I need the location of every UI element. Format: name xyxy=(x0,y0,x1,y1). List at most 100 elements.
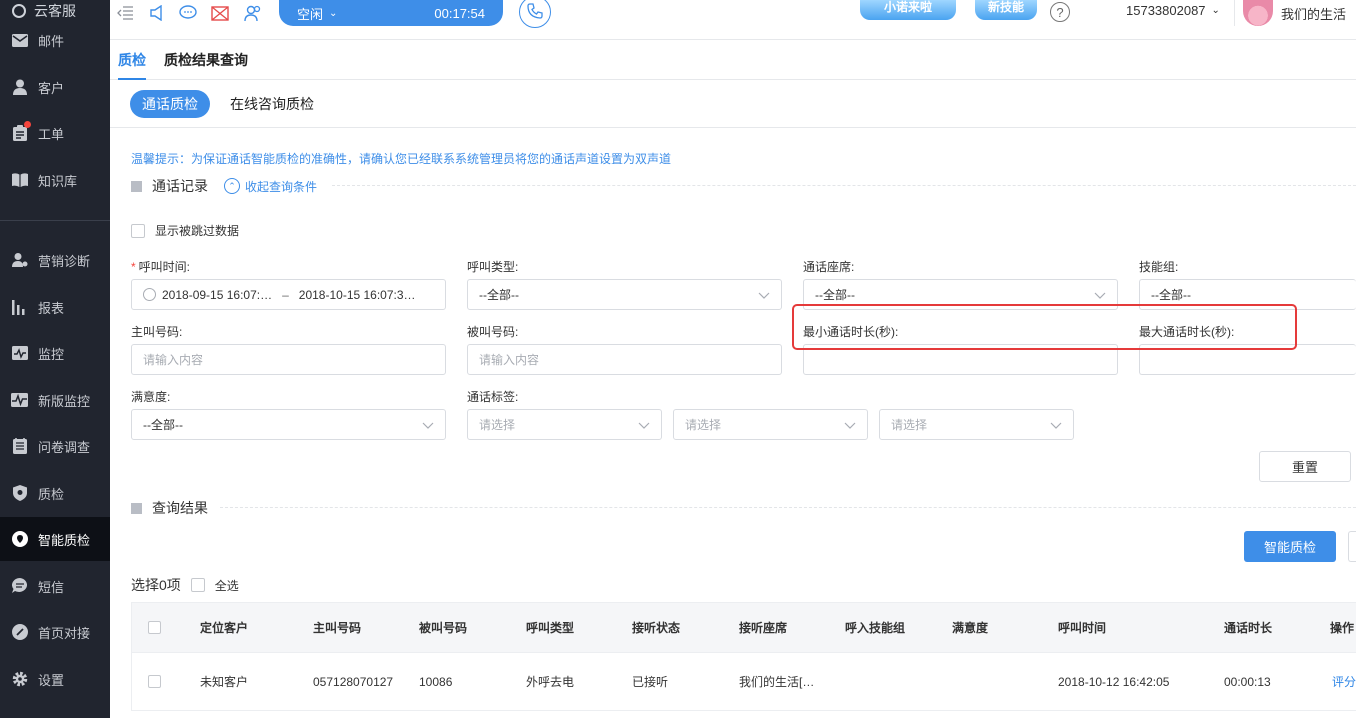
cell-call-type: 外呼去电 xyxy=(526,675,575,689)
callee-input[interactable]: 请输入内容 xyxy=(467,344,782,375)
main-content: 通话质检 在线咨询质检 温馨提示：为保证通话智能质检的准确性，请确认您已经联系系… xyxy=(110,80,1356,718)
select-value: --全部-- xyxy=(815,288,855,302)
sidebar-item-label: 质检 xyxy=(38,486,65,502)
range-separator: – xyxy=(282,287,289,302)
chevron-down-icon: ⌄ xyxy=(329,7,338,19)
score-link[interactable]: 评分 xyxy=(1332,653,1356,710)
sms-icon xyxy=(11,578,28,595)
link-icon xyxy=(11,624,28,641)
select-placeholder: 请选择 xyxy=(685,418,722,432)
section-title: 查询结果 xyxy=(152,500,208,516)
sidebar-item-reports[interactable]: 报表 xyxy=(0,285,110,329)
call-type-select[interactable]: --全部-- xyxy=(467,279,782,310)
sidebar-item-knowledge[interactable]: 知识库 xyxy=(0,158,110,202)
cell-agent: 我们的生活[… xyxy=(739,675,815,689)
select-value: --全部-- xyxy=(479,288,519,302)
reset-button[interactable]: 重置 xyxy=(1259,451,1351,482)
user-menu[interactable]: 我们的生活 xyxy=(1243,0,1346,26)
username: 我们的生活 xyxy=(1281,6,1347,22)
user-icon xyxy=(11,79,28,96)
sidebar-item-settings[interactable]: 设置 xyxy=(0,657,110,701)
call-time-range-picker[interactable]: 2018-09-15 16:07:… – 2018-10-15 16:07:3… xyxy=(131,279,446,310)
call-tag-select-2[interactable]: 请选择 xyxy=(673,409,868,440)
call-type-label: 呼叫类型: xyxy=(467,260,519,274)
smart-quality-button[interactable]: 智能质检 xyxy=(1244,531,1336,562)
smart-qc-icon xyxy=(11,531,28,548)
show-skipped-checkbox[interactable] xyxy=(131,223,145,238)
sidebar-item-smart-quality[interactable]: 智能质检 xyxy=(0,517,110,561)
sidebar-item-survey[interactable]: 问卷调查 xyxy=(0,424,110,468)
phone-icon xyxy=(527,2,543,22)
cell-customer: 未知客户 xyxy=(200,675,249,689)
more-button[interactable] xyxy=(1348,531,1356,562)
sidebar-item-label: 监控 xyxy=(38,346,65,362)
sidebar-item-ticket[interactable]: 工单 xyxy=(0,111,110,155)
sidebar-item-sms[interactable]: 短信 xyxy=(0,564,110,608)
skill-group-label: 技能组: xyxy=(1139,260,1179,274)
brand-logo-icon xyxy=(12,4,26,18)
tab-call-quality[interactable]: 通话质检 xyxy=(130,90,210,118)
avatar xyxy=(1243,0,1273,26)
sidebar-item-new-monitor[interactable]: 新版监控 xyxy=(0,378,110,422)
chevron-down-icon: ⌄ xyxy=(1211,5,1220,16)
collapse-menu-icon[interactable] xyxy=(114,2,136,24)
row-checkbox[interactable] xyxy=(148,675,161,688)
contacts-icon[interactable] xyxy=(242,2,264,24)
sidebar-item-marketing[interactable]: 营销诊断 xyxy=(0,238,110,282)
marketing-icon xyxy=(11,252,28,269)
satisfaction-select[interactable]: --全部-- xyxy=(131,409,446,440)
caller-label: 主叫号码: xyxy=(131,325,183,339)
row-checkbox-cell xyxy=(148,653,161,710)
chat-icon[interactable] xyxy=(177,2,199,24)
show-skipped-option[interactable]: 显示被跳过数据 xyxy=(131,222,239,239)
cell-call-time: 2018-10-12 16:42:05 xyxy=(1058,674,1170,689)
section-call-records: 通话记录 ⌃ 收起查询条件 xyxy=(131,176,317,196)
sidebar-item-label: 设置 xyxy=(38,672,65,688)
tab-online-quality[interactable]: 在线咨询质检 xyxy=(230,90,314,118)
promo-label: 小诺来啦 xyxy=(883,0,932,14)
promo-banner-assistant[interactable]: 小诺来啦 xyxy=(860,0,956,20)
call-tag-select-1[interactable]: 请选择 xyxy=(467,409,662,440)
table-header: 定位客户 主叫号码 被叫号码 呼叫类型 接听状态 接听座席 呼入技能组 满意度 … xyxy=(132,603,1356,652)
sidebar-item-customer[interactable]: 客户 xyxy=(0,65,110,109)
sidebar-item-monitor[interactable]: 监控 xyxy=(0,331,110,375)
column-header: 满意度 xyxy=(952,621,989,635)
select-all-checkbox[interactable] xyxy=(190,578,205,592)
call-tag-select-3[interactable]: 请选择 xyxy=(879,409,1074,440)
select-value: --全部-- xyxy=(143,418,183,432)
tab-quality[interactable]: 质检 xyxy=(118,40,146,80)
column-header: 被叫号码 xyxy=(419,621,468,635)
chevron-down-icon xyxy=(422,418,434,432)
tab-quality-results[interactable]: 质检结果查询 xyxy=(164,40,248,80)
agent-status-dropdown[interactable]: 空闲 ⌄ 00:17:54 xyxy=(279,0,503,26)
header-checkbox[interactable] xyxy=(148,621,161,634)
selection-bar: 选择0项 全选 xyxy=(131,575,239,595)
sidebar-item-label: 报表 xyxy=(38,300,65,316)
promo-banner-skill[interactable]: 新技能 xyxy=(975,0,1037,20)
column-header: 操作 xyxy=(1330,621,1355,635)
column-header: 通话时长 xyxy=(1224,621,1273,635)
section-title: 通话记录 xyxy=(152,178,208,194)
promo-label: 新技能 xyxy=(987,0,1024,14)
sidebar-item-homepage[interactable]: 首页对接 xyxy=(0,610,110,654)
sidebar-item-mail[interactable]: 邮件 xyxy=(0,18,110,62)
sidebar-item-quality[interactable]: 质检 xyxy=(0,471,110,515)
required-mark: * xyxy=(131,260,136,274)
announcement-icon[interactable] xyxy=(146,2,168,24)
help-icon[interactable]: ? xyxy=(1050,2,1070,22)
sidebar-item-label: 短信 xyxy=(38,579,65,595)
results-table: 定位客户 主叫号码 被叫号码 呼叫类型 接听状态 接听座席 呼入技能组 满意度 … xyxy=(131,602,1356,711)
collapse-filters-link[interactable]: ⌃ 收起查询条件 xyxy=(224,178,317,195)
mail-muted-icon[interactable] xyxy=(209,2,231,24)
column-header: 呼入技能组 xyxy=(845,621,906,635)
phone-button[interactable] xyxy=(519,0,551,28)
pulse-icon xyxy=(11,392,28,409)
bar-chart-icon xyxy=(11,299,28,316)
sidebar-item-label: 问卷调查 xyxy=(38,439,91,455)
caller-input[interactable]: 请输入内容 xyxy=(131,344,446,375)
account-dropdown[interactable]: 15733802087 ⌄ xyxy=(1126,3,1220,18)
status-label: 空闲 xyxy=(297,6,324,22)
column-header: 定位客户 xyxy=(200,621,249,635)
mail-icon xyxy=(11,32,28,49)
callee-label: 被叫号码: xyxy=(467,325,519,339)
